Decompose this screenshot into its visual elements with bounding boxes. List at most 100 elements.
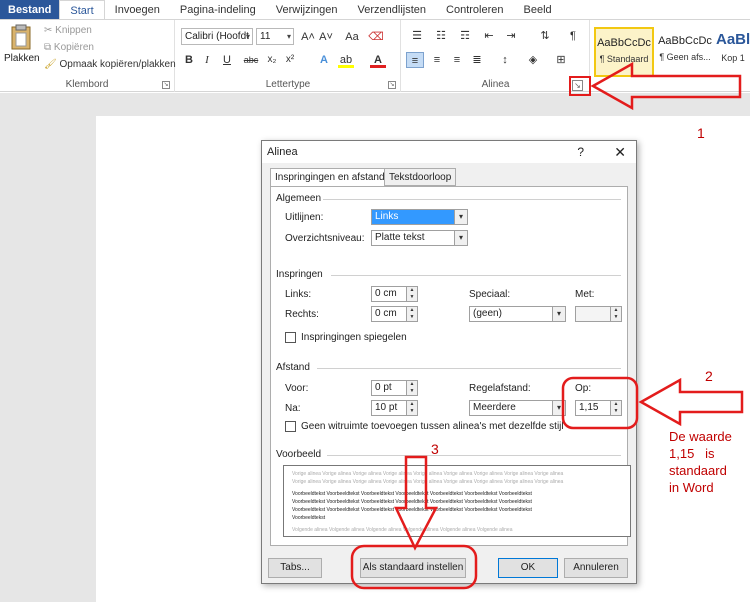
multilevel-list-icon[interactable]: ☶: [456, 28, 474, 44]
tab-invoegen[interactable]: Invoegen: [105, 0, 170, 19]
before-input[interactable]: 0 pt ▲ ▼: [371, 380, 418, 396]
section-spacing: Afstand: [276, 362, 310, 373]
set-as-default-button[interactable]: Als standaard instellen: [360, 558, 466, 578]
indent-right-value: 0 cm: [375, 308, 397, 319]
style-geen-afstand[interactable]: AaBbCcDc ¶ Geen afs...: [656, 27, 714, 77]
spinner-icon[interactable]: ▲ ▼: [610, 306, 622, 322]
paragraph-group: ☰ ☷ ☶ ⇤ ⇥ ⇅ ¶ ≡ ≡ ≡ ≣ ↕ ◈ ⊞ Alinea ↘: [402, 20, 590, 92]
borders-icon[interactable]: ⊞: [552, 52, 570, 68]
pilcrow-icon[interactable]: ¶: [564, 28, 582, 44]
tab-bestand[interactable]: Bestand: [0, 0, 60, 19]
sort-icon[interactable]: ⇅: [536, 28, 554, 44]
ribbon-tabs: Bestand Start Invoegen Pagina-indeling V…: [0, 0, 750, 20]
tab-indents-spacing[interactable]: Inspringingen en afstand: [270, 168, 390, 187]
change-case-icon[interactable]: Aa: [342, 29, 362, 45]
special-value: (geen): [473, 308, 502, 319]
tab-line-page-breaks[interactable]: Tekstdoorloop: [384, 168, 457, 186]
no-space-checkbox[interactable]: [285, 421, 296, 432]
grow-font-icon[interactable]: A˄: [300, 29, 316, 45]
spinner-icon[interactable]: ▲ ▼: [406, 400, 418, 416]
increase-indent-icon[interactable]: ⇥: [502, 28, 520, 44]
bold-button[interactable]: B: [182, 52, 196, 68]
tab-start[interactable]: Start: [59, 0, 105, 19]
shrink-font-icon[interactable]: A˅: [318, 29, 334, 45]
tab-pagina-indeling[interactable]: Pagina-indeling: [170, 0, 266, 19]
format-painter-button[interactable]: 🖌 Opmaak kopiëren/plakken: [44, 59, 176, 70]
special-label: Speciaal:: [469, 289, 511, 300]
decrease-indent-icon[interactable]: ⇤: [480, 28, 498, 44]
at-value: 1,15: [579, 402, 599, 413]
subscript-button[interactable]: x₂: [264, 52, 280, 68]
help-icon[interactable]: ?: [577, 141, 584, 163]
preview-next-line: Volgende alinea Volgende alinea Volgende…: [292, 527, 513, 533]
close-icon[interactable]: ✕: [614, 141, 626, 163]
superscript-button[interactable]: x²: [282, 52, 298, 68]
style-kop-1[interactable]: AaBl Kop 1: [716, 27, 750, 77]
by-input[interactable]: ▲ ▼: [575, 306, 622, 322]
chevron-down-icon: ▾: [454, 230, 468, 246]
paragraph-dialog: Alinea ? ✕ Inspringingen en afstand Teks…: [261, 140, 637, 584]
after-input[interactable]: 10 pt ▲ ▼: [371, 400, 418, 416]
numbering-icon[interactable]: ☷: [432, 28, 450, 44]
paste-button[interactable]: Plakken: [4, 24, 40, 74]
chevron-down-icon: ▾: [454, 209, 468, 225]
copy-button[interactable]: ⧉ Kopiëren: [44, 42, 94, 53]
italic-button[interactable]: I: [200, 52, 214, 68]
tabs-button[interactable]: Tabs...: [268, 558, 322, 578]
align-center-icon[interactable]: ≡: [428, 52, 446, 68]
font-launcher-icon[interactable]: ↘: [388, 81, 396, 89]
style-standaard[interactable]: AaBbCcDc ¶ Standaard: [594, 27, 654, 77]
outline-level-select[interactable]: Platte tekst ▾: [371, 230, 468, 246]
shading-icon[interactable]: ◈: [524, 52, 542, 68]
align-left-icon[interactable]: ≡: [406, 52, 424, 68]
spinner-icon[interactable]: ▲ ▼: [406, 306, 418, 322]
tab-verwijzingen[interactable]: Verwijzingen: [266, 0, 348, 19]
special-select[interactable]: (geen) ▾: [469, 306, 566, 322]
justify-icon[interactable]: ≣: [468, 52, 486, 68]
section-preview: Voorbeeld: [276, 449, 322, 460]
highlight-icon[interactable]: ab: [338, 52, 354, 68]
preview-sample-line: Voorbeeldtekst Voorbeeldtekst Voorbeeldt…: [292, 491, 532, 497]
font-group: Calibri (Hoofdt ▾ 11 ▾ A˄ A˅ Aa ⌫ B I U ab…: [176, 20, 401, 92]
divider: [323, 199, 621, 200]
text-effects-icon[interactable]: A: [316, 52, 332, 68]
align-right-icon[interactable]: ≡: [448, 52, 466, 68]
cut-button[interactable]: ✂ Knippen: [44, 25, 92, 36]
tab-controleren[interactable]: Controleren: [436, 0, 513, 19]
ok-button[interactable]: OK: [498, 558, 558, 578]
clear-format-icon[interactable]: ⌫: [368, 29, 384, 45]
indent-right-input[interactable]: 0 cm ▲ ▼: [371, 306, 418, 322]
style-sample: AaBbCcDc: [658, 35, 712, 47]
tab-beeld[interactable]: Beeld: [514, 0, 562, 19]
font-size-combo[interactable]: 11 ▾: [256, 28, 294, 45]
bullets-icon[interactable]: ☰: [408, 28, 426, 44]
mirror-indents-checkbox[interactable]: [285, 332, 296, 343]
preview-box: Vorige alinea Vorige alinea Vorige aline…: [283, 465, 631, 537]
outline-level-value: Platte tekst: [375, 232, 425, 243]
copy-label: Kopiëren: [53, 42, 94, 53]
spinner-icon[interactable]: ▲ ▼: [610, 400, 622, 416]
clipboard-launcher-icon[interactable]: ↘: [162, 81, 170, 89]
at-input[interactable]: 1,15 ▲ ▼: [575, 400, 622, 416]
style-sample: AaBl: [716, 31, 750, 48]
font-name-combo[interactable]: Calibri (Hoofdt ▾: [181, 28, 253, 45]
tab-verzendlijsten[interactable]: Verzendlijsten: [348, 0, 437, 19]
strikethrough-button[interactable]: abc: [242, 52, 260, 68]
paragraph-launcher-icon[interactable]: ↘: [572, 80, 583, 91]
line-spacing-icon[interactable]: ↕: [496, 52, 514, 68]
alignment-select[interactable]: Links ▾: [371, 209, 468, 225]
indent-left-input[interactable]: 0 cm ▲ ▼: [371, 286, 418, 302]
spinner-icon[interactable]: ▲ ▼: [406, 380, 418, 396]
annotation-note-line: 1,15 is: [669, 446, 715, 461]
annotation-number-1: 1: [697, 125, 705, 141]
line-spacing-select[interactable]: Meerdere ▾: [469, 400, 566, 416]
font-color-icon[interactable]: A: [370, 52, 386, 68]
cancel-button[interactable]: Annuleren: [564, 558, 628, 578]
outline-level-label: Overzichtsniveau:: [285, 233, 365, 244]
after-value: 10 pt: [375, 402, 398, 413]
dialog-title-text: Alinea: [267, 146, 298, 158]
at-label: Op:: [575, 383, 592, 394]
annotation-note-line: standaard: [669, 463, 727, 478]
underline-button[interactable]: U: [220, 52, 234, 68]
spinner-icon[interactable]: ▲ ▼: [406, 286, 418, 302]
